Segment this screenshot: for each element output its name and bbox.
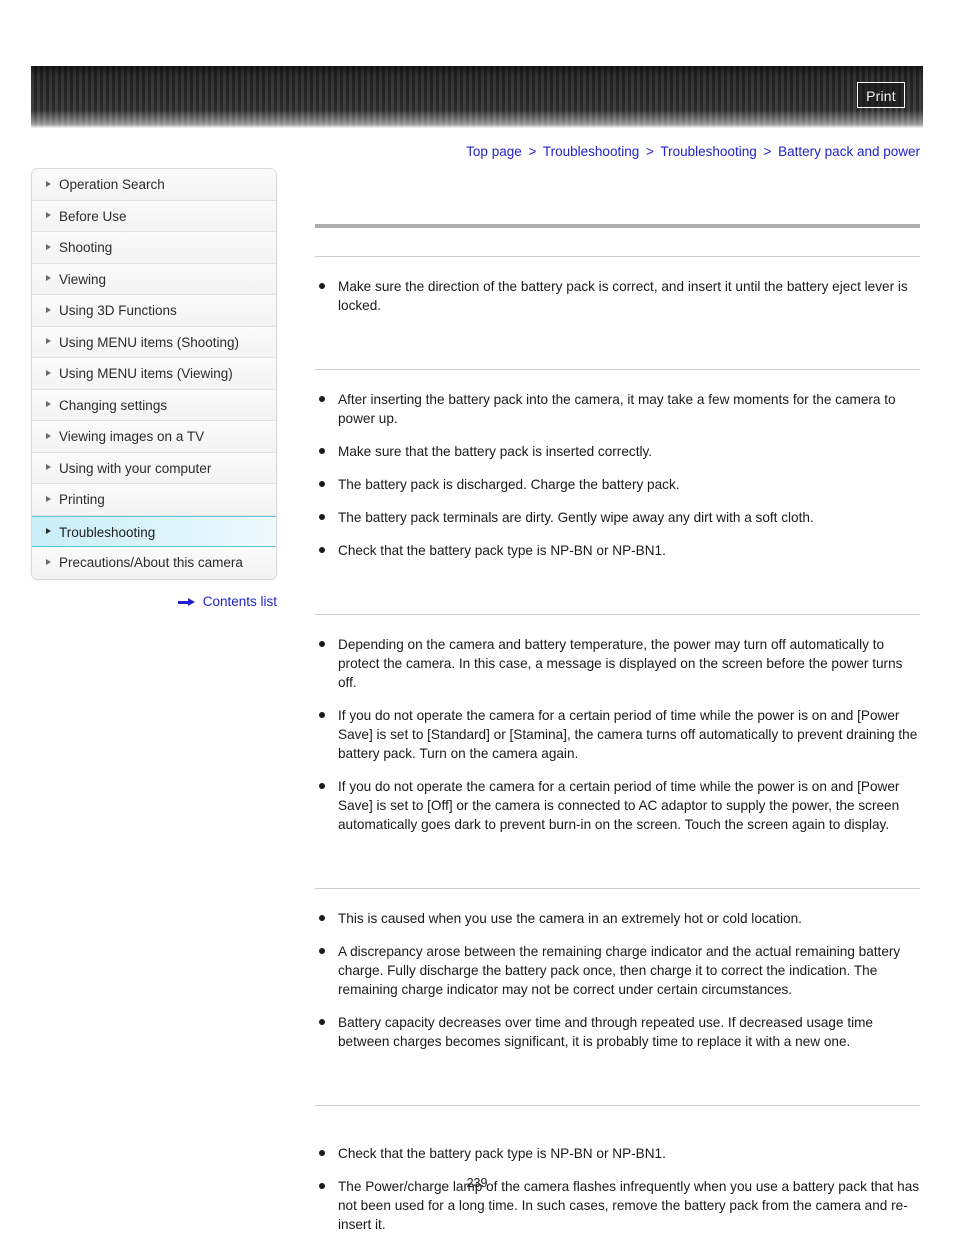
breadcrumb-item-troubleshooting[interactable]: Troubleshooting [543,144,639,159]
bullet-list: Make sure the direction of the battery p… [315,277,920,315]
chevron-right-icon [46,369,51,376]
chevron-right-icon [46,338,51,345]
breadcrumb-item-battery-pack-and-power[interactable]: Battery pack and power [778,144,920,159]
content-section: This is caused when you use the camera i… [315,860,920,1077]
sidebar-item-label: Using MENU items (Viewing) [59,366,233,381]
section-heading [315,860,920,888]
list-item: Check that the battery pack type is NP-B… [315,541,920,560]
list-item: Depending on the camera and battery temp… [315,635,920,692]
sidebar-navigation: Operation Search Before Use Shooting Vie… [31,168,277,580]
chevron-right-icon [46,306,51,313]
section-heading [315,341,920,369]
list-item: If you do not operate the camera for a c… [315,706,920,763]
list-item: Make sure the direction of the battery p… [315,277,920,315]
chevron-right-icon [46,432,51,439]
chevron-right-icon [46,464,51,471]
breadcrumb-item-top-page[interactable]: Top page [466,144,522,159]
sidebar-item-viewing[interactable]: Viewing [32,263,276,295]
chevron-right-icon [46,243,51,250]
content-section: Depending on the camera and battery temp… [315,586,920,860]
list-item: Make sure that the battery pack is inser… [315,442,920,461]
page-number: 239 [466,1176,488,1190]
bullet-list: Depending on the camera and battery temp… [315,635,920,834]
sidebar-item-label: Using with your computer [59,460,212,476]
sidebar-item-using-3d-functions[interactable]: Using 3D Functions [32,295,276,327]
sidebar-item-label: Precautions/About this camera [59,555,243,570]
breadcrumb-separator: > [763,144,772,159]
list-item: Check that the battery pack type is NP-B… [315,1144,920,1163]
list-item: Battery capacity decreases over time and… [315,1013,920,1051]
sidebar-item-precautions-about-this-camera[interactable]: Precautions/About this camera [32,547,276,579]
sidebar-item-label: Printing [59,492,105,507]
right-arrow-icon [177,598,195,607]
top-header-bar: Print [31,66,923,128]
list-item: If you do not operate the camera for a c… [315,777,920,834]
sidebar-item-label: Changing settings [59,397,168,413]
section-heading [315,1077,920,1105]
sidebar-item-printing[interactable]: Printing [32,484,276,516]
content-section: After inserting the battery pack into th… [315,341,920,586]
sidebar-item-shooting[interactable]: Shooting [32,232,276,264]
chevron-right-icon [46,180,51,187]
list-item: The battery pack terminals are dirty. Ge… [315,508,920,527]
sidebar-item-label: Before Use [59,208,127,224]
chevron-right-icon [46,401,51,408]
chevron-right-icon [46,212,51,219]
breadcrumb-item-troubleshooting-sub[interactable]: Troubleshooting [660,144,756,159]
contents-list-label: Contents list [202,594,277,609]
sidebar-item-before-use[interactable]: Before Use [32,200,276,232]
list-item: After inserting the battery pack into th… [315,390,920,428]
sidebar-item-using-menu-items-viewing[interactable]: Using MENU items (Viewing) [32,358,276,390]
main-content: Make sure the direction of the battery p… [315,196,920,1248]
sidebar-item-changing-settings[interactable]: Changing settings [32,389,276,421]
chevron-right-icon [46,275,51,282]
sidebar-item-operation-search[interactable]: Operation Search [32,169,276,201]
list-item: The battery pack is discharged. Charge t… [315,475,920,494]
chevron-right-icon [46,527,51,534]
breadcrumb-separator: > [646,144,654,159]
print-button[interactable]: Print [857,82,905,108]
bullet-list: This is caused when you use the camera i… [315,909,920,1051]
list-item: A discrepancy arose between the remainin… [315,942,920,999]
breadcrumb: Top page > Troubleshooting > Troubleshoo… [466,144,920,159]
sidebar-item-label: Operation Search [59,177,165,192]
chevron-right-icon [46,559,51,566]
content-section: Check that the battery pack type is NP-B… [315,1077,920,1234]
sidebar-item-label: Shooting [59,240,113,255]
sidebar-item-label: Viewing [59,271,107,287]
sidebar-item-using-with-your-computer[interactable]: Using with your computer [32,452,276,484]
content-section: Make sure the direction of the battery p… [315,228,920,341]
section-heading [315,586,920,614]
sidebar-item-label: Troubleshooting [59,524,156,540]
chevron-right-icon [46,495,51,502]
sidebar-item-label: Viewing images on a TV [59,429,205,444]
page-title [315,196,920,224]
sidebar-item-troubleshooting[interactable]: Troubleshooting [32,515,276,547]
sidebar-item-using-menu-items-shooting[interactable]: Using MENU items (Shooting) [32,326,276,358]
breadcrumb-separator: > [528,144,537,159]
sidebar-item-label: Using MENU items (Shooting) [59,334,240,350]
sidebar-item-viewing-images-on-a-tv[interactable]: Viewing images on a TV [32,421,276,453]
section-heading [315,228,920,256]
bullet-list: After inserting the battery pack into th… [315,390,920,560]
sidebar-item-label: Using 3D Functions [59,303,177,318]
list-item: This is caused when you use the camera i… [315,909,920,928]
contents-list-link[interactable]: Contents list [31,594,277,609]
